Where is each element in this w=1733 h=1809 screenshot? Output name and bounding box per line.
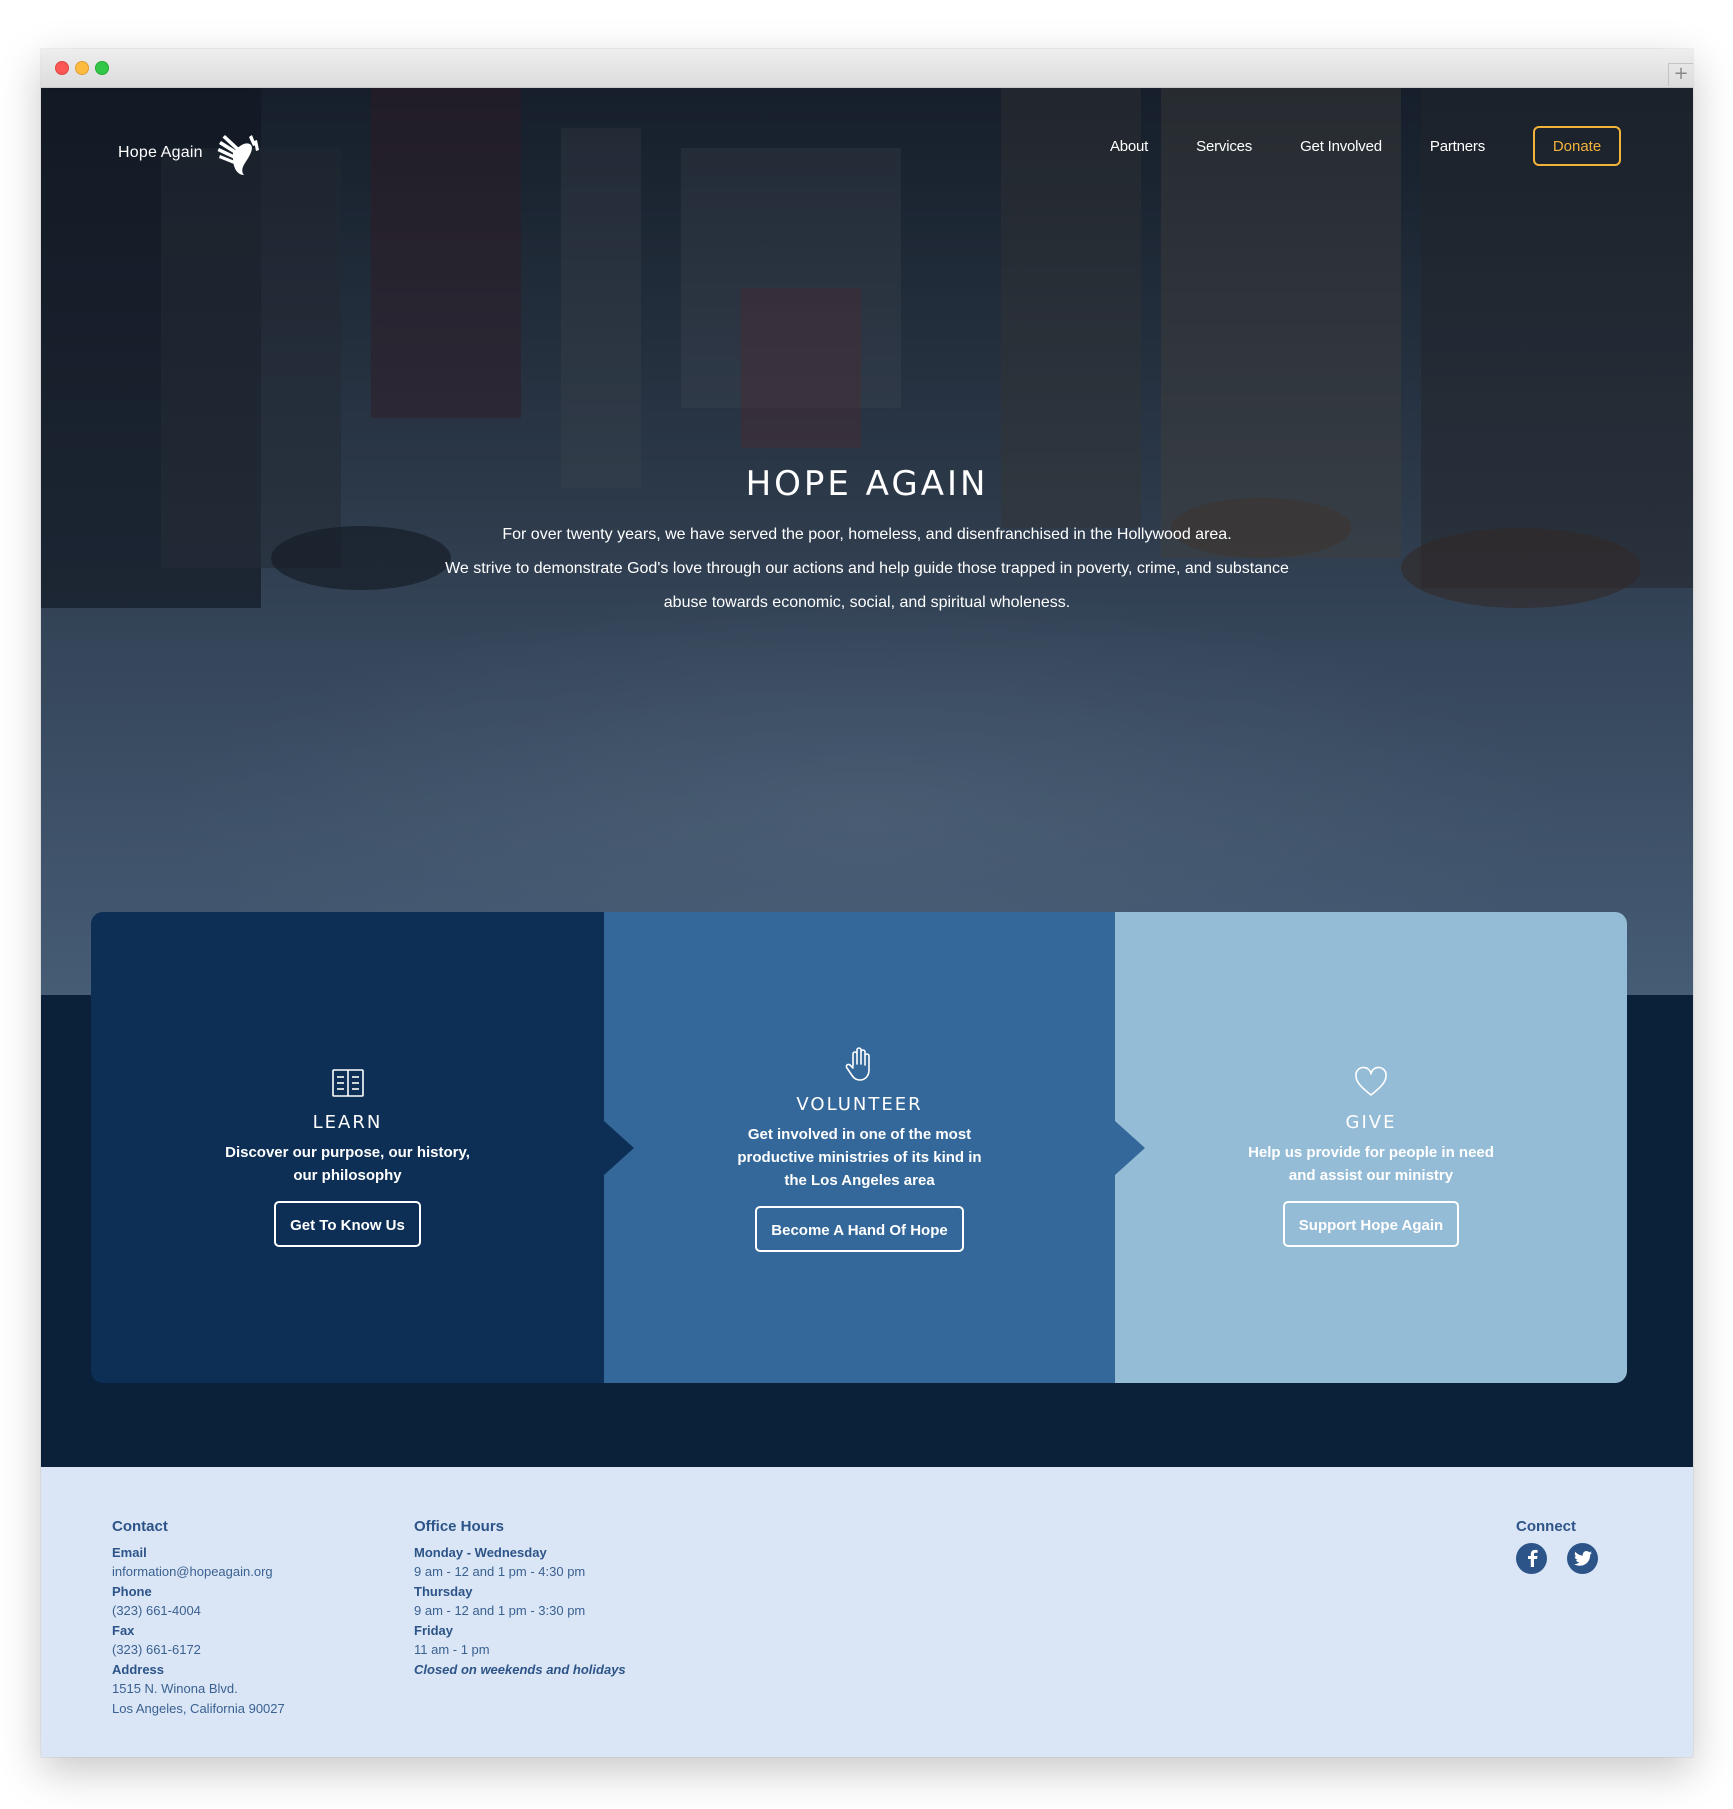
connect-heading: Connect	[1516, 1518, 1576, 1535]
donate-button[interactable]: Donate	[1533, 126, 1621, 166]
new-tab-plus-icon[interactable]: +	[1668, 63, 1693, 86]
hero-text-line-2: We strive to demonstrate God's love thro…	[445, 560, 1289, 577]
learn-description: Discover our purpose, our history, our p…	[225, 1144, 470, 1184]
get-to-know-us-button[interactable]: Get To Know Us	[274, 1201, 421, 1247]
footer-contact: Contact Email information@hopeagain.org …	[112, 1517, 285, 1718]
hand-icon	[845, 1047, 870, 1081]
phone-label: Phone	[112, 1583, 152, 1599]
learn-title: LEARN	[312, 1112, 383, 1133]
thursday-hours: 9 am - 12 and 1 pm - 3:30 pm	[414, 1603, 586, 1618]
office-hours-heading: Office Hours	[414, 1518, 505, 1535]
become-a-hand-of-hope-button[interactable]: Become A Hand Of Hope	[755, 1206, 964, 1252]
hero-title: HOPE AGAIN	[745, 464, 989, 504]
volunteer-card-content: VOLUNTEER Get involved in one of the mos…	[604, 1044, 1115, 1252]
hero-text-line-3: abuse towards economic, social, and spir…	[663, 594, 1071, 611]
minimize-window-icon[interactable]	[75, 61, 89, 75]
phone-value: (323) 661-4004	[112, 1603, 201, 1618]
give-card-content: GIVE Help us provide for people in need …	[1115, 1062, 1627, 1247]
site-logo[interactable]: Hope Again	[118, 131, 261, 175]
volunteer-card: VOLUNTEER Get involved in one of the mos…	[604, 912, 1115, 1383]
thursday-label: Thursday	[414, 1583, 473, 1599]
learn-card: LEARN Discover our purpose, our history,…	[91, 912, 604, 1383]
footer-connect: Connect	[1516, 1517, 1618, 1574]
facebook-icon[interactable]	[1516, 1542, 1547, 1574]
volunteer-description: Get involved in one of the most producti…	[737, 1126, 982, 1189]
logo-text: Hope Again	[118, 144, 203, 161]
volunteer-title: VOLUNTEER	[796, 1094, 923, 1115]
book-icon	[331, 1069, 364, 1097]
email-label: Email	[112, 1544, 147, 1560]
learn-card-content: LEARN Discover our purpose, our history,…	[91, 1062, 604, 1247]
fax-label: Fax	[112, 1622, 135, 1638]
nav-link-services[interactable]: Services	[1196, 138, 1252, 155]
closed-note: Closed on weekends and holidays	[414, 1661, 626, 1677]
give-description: Help us provide for people in need and a…	[1248, 1144, 1494, 1184]
hero-text-line-1: For over twenty years, we have served th…	[502, 526, 1232, 543]
maximize-window-icon[interactable]	[95, 61, 109, 75]
nav-link-get-involved[interactable]: Get Involved	[1300, 138, 1382, 155]
give-title: GIVE	[1345, 1112, 1397, 1133]
close-window-icon[interactable]	[55, 61, 69, 75]
window-titlebar: +	[41, 49, 1693, 88]
site-footer: Contact Email information@hopeagain.org …	[41, 1467, 1693, 1757]
social-links	[1516, 1542, 1618, 1574]
nav-link-partners[interactable]: Partners	[1430, 138, 1485, 155]
email-value[interactable]: information@hopeagain.org	[112, 1562, 285, 1582]
friday-hours: 11 am - 1 pm	[414, 1642, 490, 1657]
contact-heading: Contact	[112, 1518, 168, 1535]
fax-value: (323) 661-6172	[112, 1642, 201, 1657]
friday-label: Friday	[414, 1622, 454, 1638]
address-label: Address	[112, 1661, 165, 1677]
support-hope-again-button[interactable]: Support Hope Again	[1282, 1201, 1460, 1247]
address-line-2: Los Angeles, California 90027	[112, 1700, 285, 1716]
mon-wed-label: Monday - Wednesday	[414, 1544, 547, 1560]
hands-logo-icon	[217, 135, 259, 175]
mon-wed-hours: 9 am - 12 and 1 pm - 4:30 pm	[414, 1564, 586, 1579]
nav-link-about[interactable]: About	[1110, 138, 1148, 155]
hero-section: Hope Again About Services Get Involved P…	[41, 88, 1693, 995]
twitter-icon[interactable]	[1567, 1542, 1598, 1574]
action-cards: LEARN Discover our purpose, our history,…	[91, 912, 1627, 1383]
footer-office-hours: Office Hours Monday - Wednesday 9 am - 1…	[414, 1517, 626, 1679]
hero-content: HOPE AGAIN For over twenty years, we hav…	[41, 464, 1693, 620]
nav-links: About Services Get Involved Partners Don…	[1110, 126, 1621, 166]
give-card: GIVE Help us provide for people in need …	[1115, 912, 1627, 1383]
heart-icon	[1355, 1066, 1387, 1096]
address-line-1: 1515 N. Winona Blvd.	[112, 1681, 238, 1696]
top-navigation: Hope Again About Services Get Involved P…	[41, 88, 1693, 228]
browser-window: + Hope Again About Services Get Involved…	[41, 49, 1693, 1757]
